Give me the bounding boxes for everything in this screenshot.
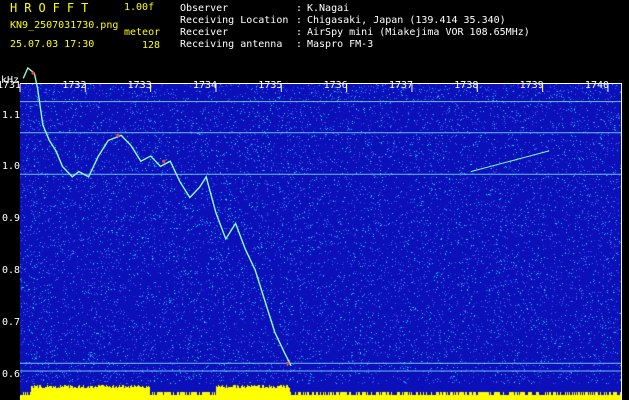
x-tick-label: 1736: [323, 80, 348, 91]
y-tick-label: 0.8: [2, 265, 21, 277]
echo-peak-mark: [116, 133, 120, 137]
x-tick-label: 1731: [0, 80, 22, 91]
y-tick-label: 1.0: [2, 161, 21, 173]
x-tick-label: 1737: [388, 80, 414, 91]
x-tick-label: 1734: [192, 80, 218, 91]
spectrogram-overlay: [19, 66, 621, 372]
secondary-echo-trace: [470, 150, 550, 173]
meteor-echo-trace: [22, 66, 292, 367]
x-tick-label: 1738: [454, 80, 479, 91]
x-tick-label: 1735: [258, 80, 283, 91]
x-tick-label: 1740: [584, 80, 610, 91]
hrofft-window: HROFFT 1.00f KN9_2507031730.png meteor 2…: [0, 0, 629, 400]
echo-peak-mark: [162, 159, 166, 163]
echo-peak-mark: [31, 71, 35, 75]
y-tick-label: 0.6: [2, 368, 21, 380]
y-tick-label: 0.9: [2, 213, 21, 225]
y-tick-label: 1.1: [2, 109, 21, 121]
x-tick-label: 1733: [127, 80, 152, 91]
echo-peak-mark: [286, 361, 290, 365]
x-tick-label: 1739: [519, 80, 544, 91]
x-tick-label: 1732: [62, 80, 87, 91]
y-tick-label: 0.7: [2, 316, 21, 328]
